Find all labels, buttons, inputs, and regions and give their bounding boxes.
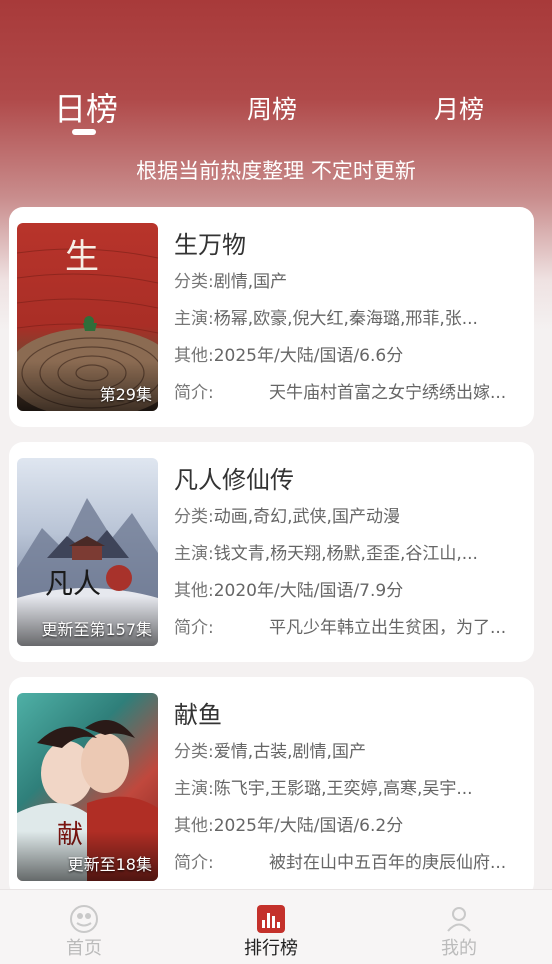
tab-weekly[interactable]: 周榜 [247, 90, 297, 126]
nav-home-label: 首页 [66, 938, 102, 959]
poster-image[interactable]: 凡人 更新至第157集 [17, 458, 158, 646]
ranking-card[interactable]: 献 更新至18集 献鱼 分类:爱情,古装,剧情,国产 主演:陈飞宇,王影璐,王奕… [9, 677, 534, 897]
category-label: 分类: [174, 742, 214, 762]
cast-row: 主演:杨幂,欧豪,倪大红,秦海璐,邢菲,张... [174, 304, 524, 329]
category-label: 分类: [174, 272, 214, 292]
bottom-navigation: 首页 排行榜 我的 [0, 889, 552, 964]
nav-mine-label: 我的 [441, 938, 477, 959]
cast-label: 主演: [174, 544, 214, 564]
cast-label: 主演: [174, 779, 214, 799]
category-row: 分类:爱情,古装,剧情,国产 [174, 737, 524, 762]
other-label: 其他: [174, 816, 214, 836]
category-row: 分类:剧情,国产 [174, 267, 524, 292]
intro-label: 简介: [174, 853, 214, 873]
episode-badge: 更新至第157集 [41, 620, 152, 639]
poster-image[interactable]: 献 更新至18集 [17, 693, 158, 881]
ranking-card[interactable]: 生 第29集 生万物 分类:剧情,国产 主演:杨幂,欧豪,倪大红,秦海璐,邢菲,… [9, 207, 534, 427]
category-label: 分类: [174, 507, 214, 527]
tab-monthly[interactable]: 月榜 [434, 90, 484, 126]
other-value: 2025年/大陆/国语/6.6分 [213, 346, 404, 366]
intro-value: 天牛庙村首富之女宁绣绣出嫁... [269, 383, 507, 403]
cast-value: 杨幂,欧豪,倪大红,秦海璐,邢菲,张... [213, 309, 478, 329]
episode-badge: 第29集 [99, 385, 152, 404]
svg-text:生: 生 [65, 237, 99, 277]
show-title[interactable]: 凡人修仙传 [174, 460, 294, 495]
nav-ranking[interactable]: 排行榜 [211, 890, 331, 964]
cast-value: 陈飞宇,王影璐,王奕婷,高寒,吴宇... [213, 779, 473, 799]
other-label: 其他: [174, 346, 214, 366]
show-title[interactable]: 献鱼 [174, 695, 222, 730]
other-label: 其他: [174, 581, 214, 601]
other-row: 其他:2025年/大陆/国语/6.2分 [174, 811, 524, 836]
category-row: 分类:动画,奇幻,武侠,国产动漫 [174, 502, 524, 527]
intro-value: 平凡少年韩立出生贫困，为了... [269, 618, 507, 638]
episode-badge: 更新至18集 [67, 855, 152, 874]
user-icon [447, 907, 471, 932]
show-title[interactable]: 生万物 [174, 225, 246, 260]
cast-value: 钱文青,杨天翔,杨默,歪歪,谷江山,... [213, 544, 478, 564]
other-value: 2025年/大陆/国语/6.2分 [213, 816, 404, 836]
ranking-card[interactable]: 凡人 更新至第157集 凡人修仙传 分类:动画,奇幻,武侠,国产动漫 主演:钱文… [9, 442, 534, 662]
poster-image[interactable]: 生 第29集 [17, 223, 158, 411]
intro-row: 简介: 平凡少年韩立出生贫困，为了... [174, 613, 524, 638]
category-value: 爱情,古装,剧情,国产 [213, 742, 366, 762]
cast-row: 主演:陈飞宇,王影璐,王奕婷,高寒,吴宇... [174, 774, 524, 799]
category-value: 动画,奇幻,武侠,国产动漫 [213, 507, 400, 527]
intro-row: 简介: 天牛庙村首富之女宁绣绣出嫁... [174, 378, 524, 403]
home-icon [70, 905, 98, 933]
nav-home[interactable]: 首页 [24, 890, 144, 964]
cast-row: 主演:钱文青,杨天翔,杨默,歪歪,谷江山,... [174, 539, 524, 564]
intro-label: 简介: [174, 618, 214, 638]
intro-label: 简介: [174, 383, 214, 403]
chart-icon [257, 905, 285, 933]
nav-mine[interactable]: 我的 [399, 890, 519, 964]
nav-ranking-label: 排行榜 [244, 938, 298, 959]
category-value: 剧情,国产 [213, 272, 288, 292]
update-note: 根据当前热度整理 不定时更新 [136, 159, 416, 183]
other-row: 其他:2020年/大陆/国语/7.9分 [174, 576, 524, 601]
cast-label: 主演: [174, 309, 214, 329]
other-row: 其他:2025年/大陆/国语/6.6分 [174, 341, 524, 366]
tab-daily[interactable]: 日榜 [54, 84, 118, 130]
active-tab-indicator [72, 129, 96, 135]
intro-value: 被封在山中五百年的庚辰仙府... [269, 853, 507, 873]
other-value: 2020年/大陆/国语/7.9分 [213, 581, 404, 601]
intro-row: 简介: 被封在山中五百年的庚辰仙府... [174, 848, 524, 873]
